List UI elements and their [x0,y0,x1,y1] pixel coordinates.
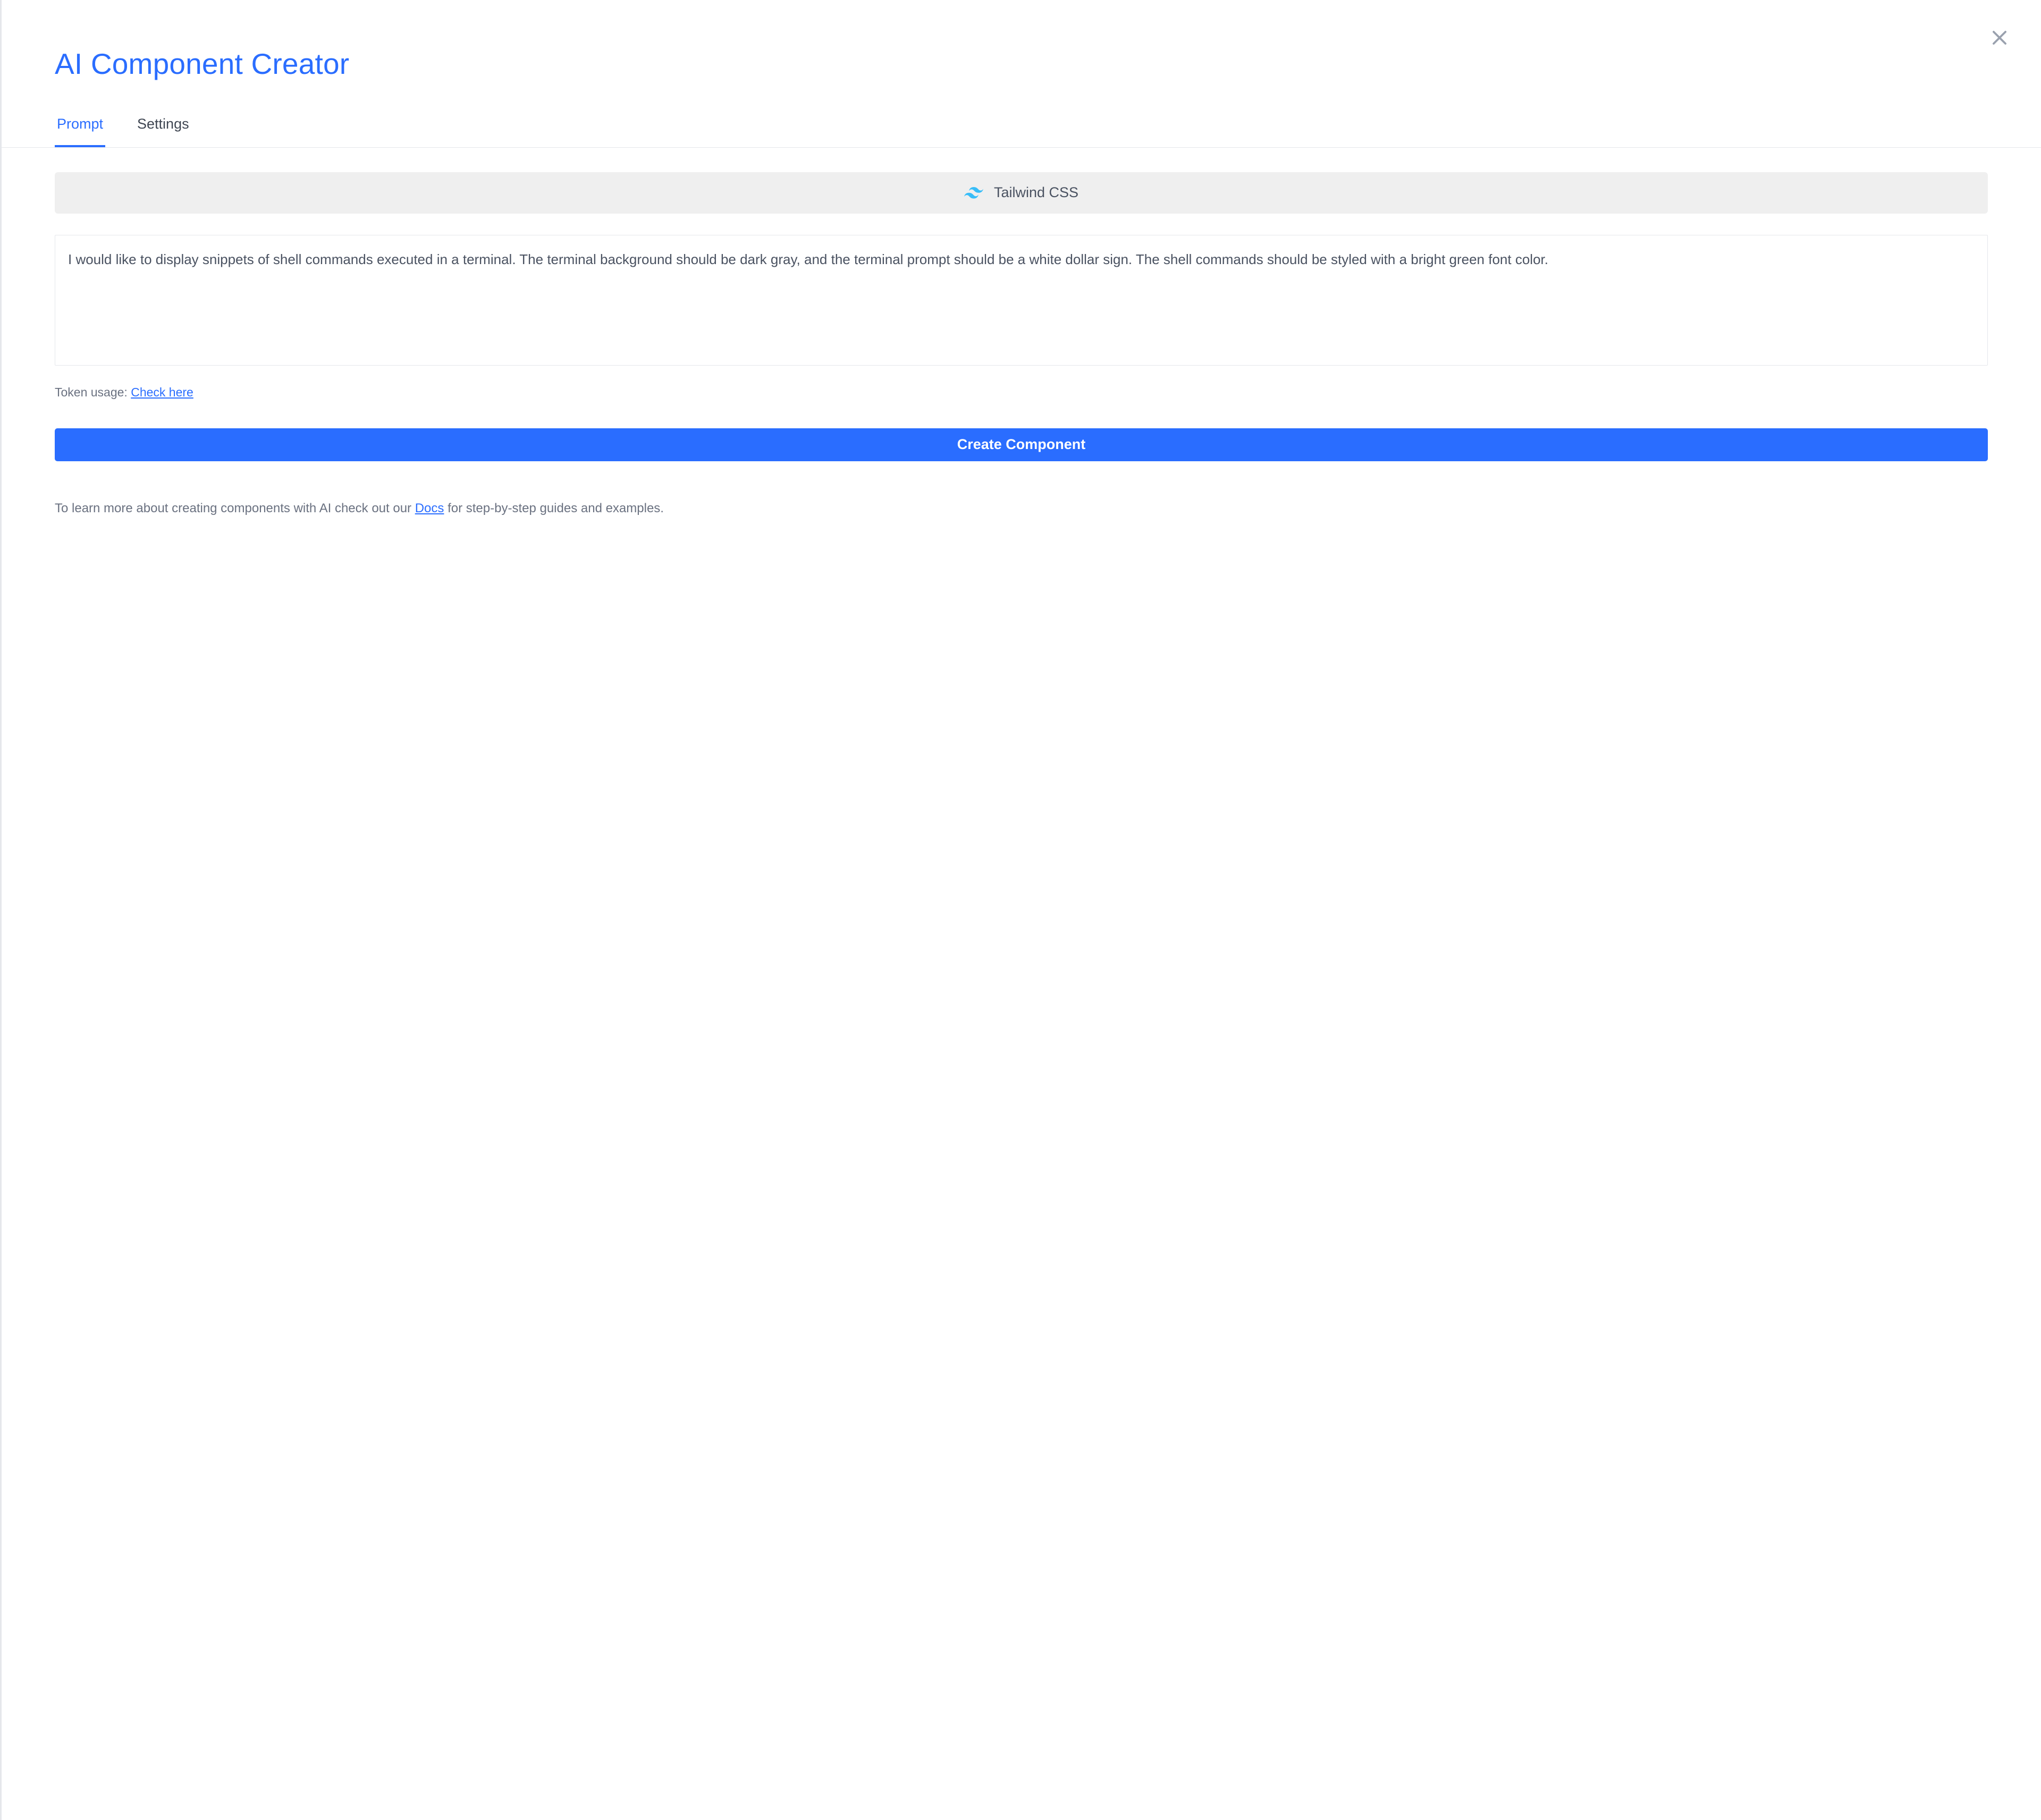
prompt-panel: Tailwind CSS Token usage: Check here Cre… [2,148,2041,551]
token-usage-line: Token usage: Check here [55,385,1988,400]
docs-prefix: To learn more about creating components … [55,501,415,515]
framework-label: Tailwind CSS [994,184,1078,201]
token-usage-link[interactable]: Check here [131,385,193,399]
modal-title: AI Component Creator [55,48,1988,80]
prompt-textarea[interactable] [55,235,1988,366]
tab-settings[interactable]: Settings [135,115,191,147]
tailwind-icon [964,187,983,199]
tab-prompt[interactable]: Prompt [55,115,105,147]
ai-component-creator-modal: AI Component Creator Prompt Settings Tai… [0,0,2041,1820]
token-usage-prefix: Token usage: [55,385,131,399]
docs-link[interactable]: Docs [415,501,444,515]
tabs: Prompt Settings [55,115,1988,147]
docs-suffix: for step-by-step guides and examples. [444,501,664,515]
docs-help-line: To learn more about creating components … [55,498,1988,519]
create-component-button[interactable]: Create Component [55,428,1988,461]
framework-selector[interactable]: Tailwind CSS [55,172,1988,214]
